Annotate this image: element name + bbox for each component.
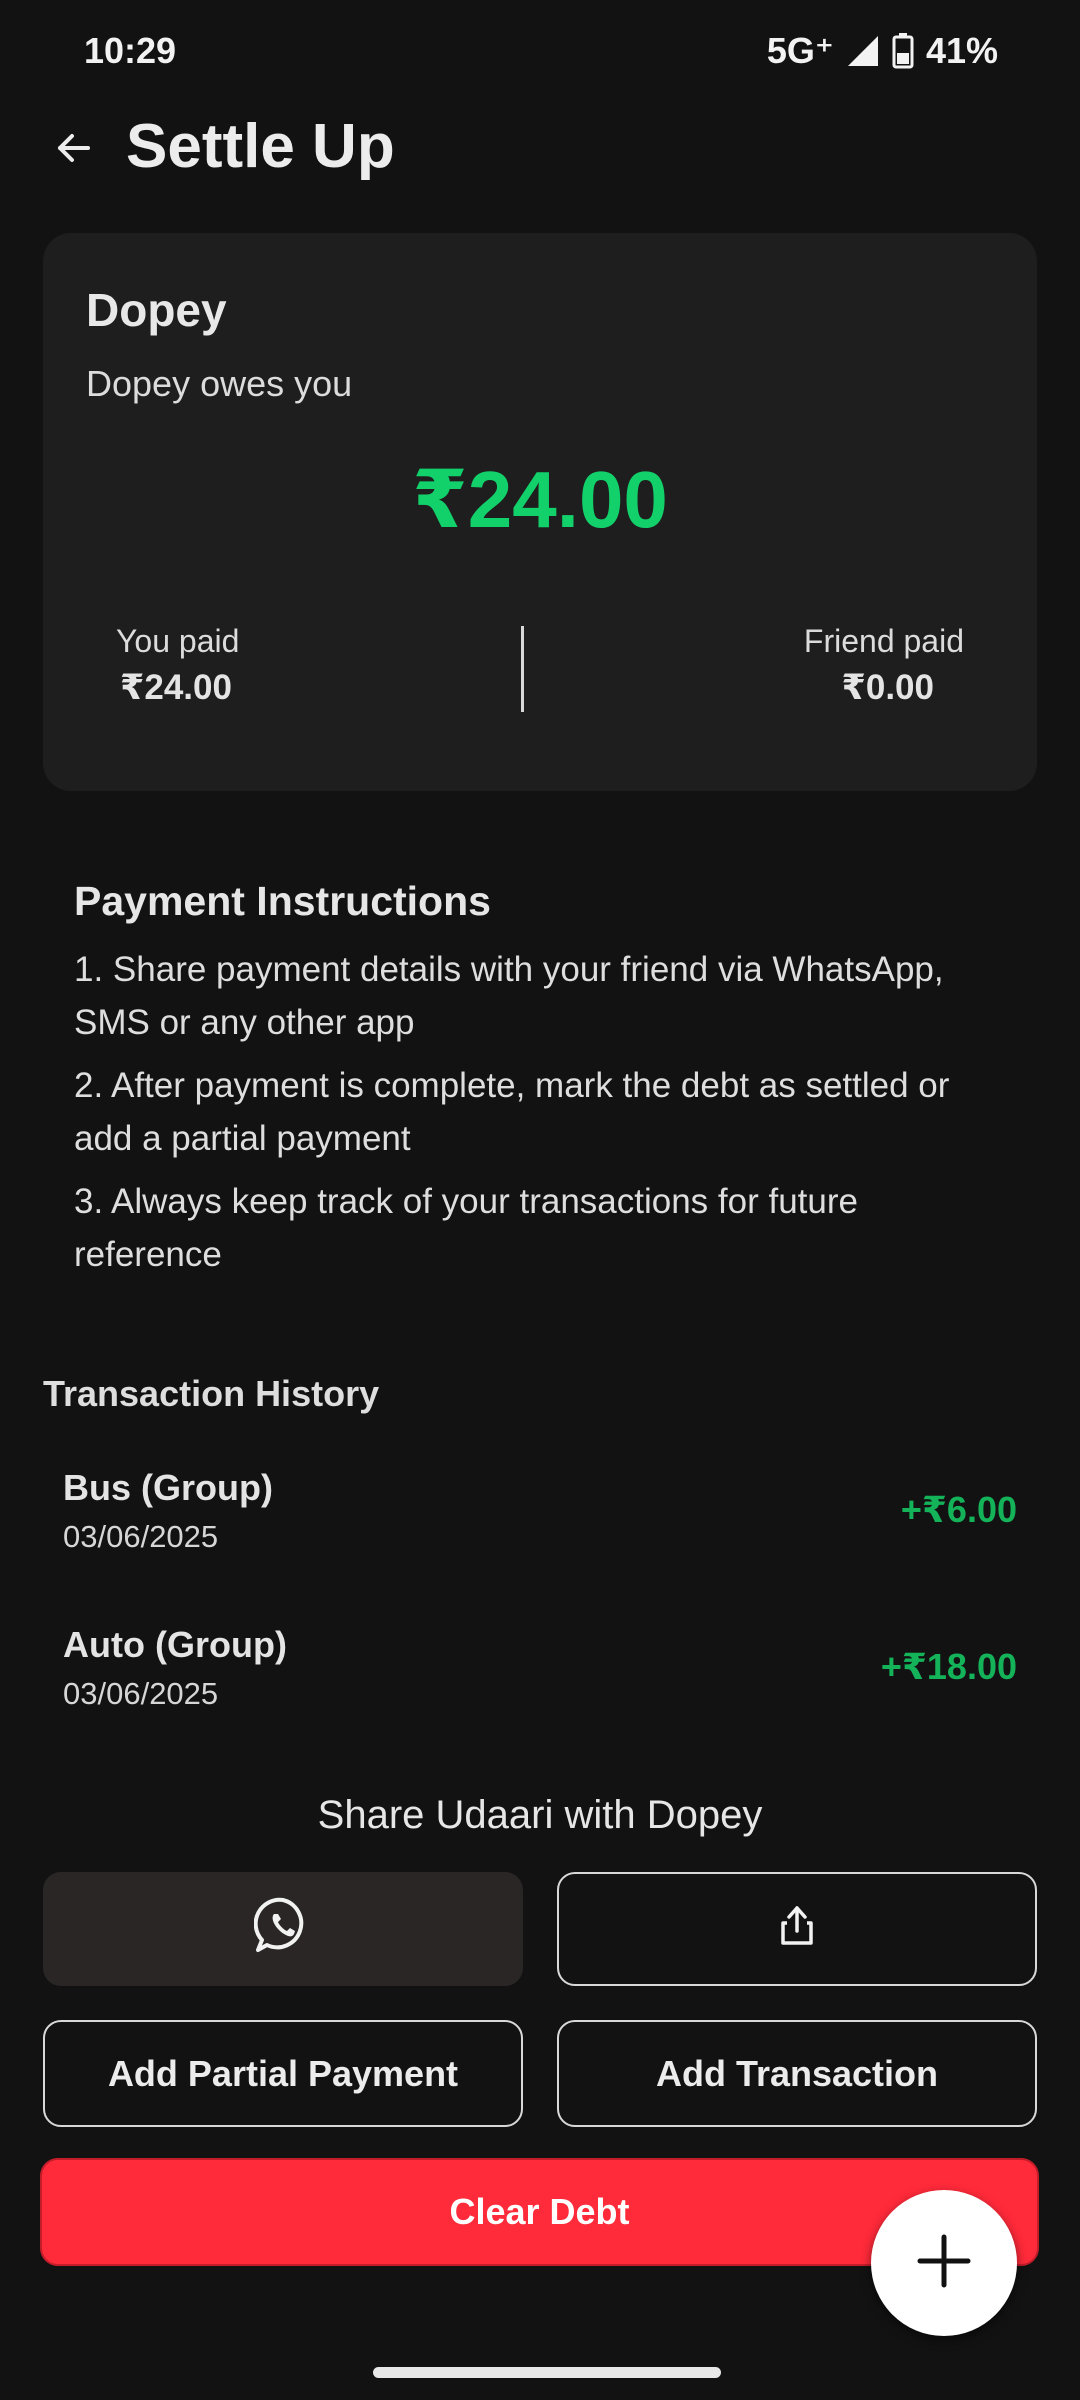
network-label: 5G⁺ bbox=[766, 30, 834, 71]
instruction-item: 1. Share payment details with your frien… bbox=[74, 950, 944, 1042]
share-whatsapp-button[interactable] bbox=[43, 1872, 523, 1986]
transaction-date: 03/06/2025 bbox=[63, 1676, 219, 1711]
instruction-item: 3. Always keep track of your transaction… bbox=[74, 1182, 858, 1274]
battery-icon bbox=[892, 33, 914, 69]
transaction-row[interactable]: Bus (Group) 03/06/2025 +₹6.00 bbox=[63, 1467, 1017, 1577]
instruction-item: 2. After payment is complete, mark the d… bbox=[74, 1066, 950, 1158]
transaction-date: 03/06/2025 bbox=[63, 1519, 219, 1554]
balance-amount: ₹24.00 bbox=[412, 455, 668, 544]
balance-summary-card: Dopey Dopey owes you ₹24.00 You paid ₹24… bbox=[43, 233, 1037, 791]
you-paid-value: ₹24.00 bbox=[120, 668, 232, 707]
payment-instructions: Payment Instructions 1. Share payment de… bbox=[74, 878, 1014, 1291]
transaction-history-title: Transaction History bbox=[43, 1373, 380, 1414]
friend-name: Dopey bbox=[86, 284, 227, 336]
status-bar: 10:29 5G⁺ 41% bbox=[0, 0, 1080, 100]
add-fab-button[interactable] bbox=[871, 2190, 1017, 2336]
transaction-name: Bus (Group) bbox=[63, 1467, 273, 1508]
whatsapp-icon bbox=[253, 1896, 312, 1963]
you-paid-label: You paid bbox=[116, 623, 240, 659]
status-indicators: 5G⁺ 41% bbox=[767, 30, 998, 72]
transaction-amount: +₹18.00 bbox=[880, 1646, 1017, 1687]
friend-paid-value: ₹0.00 bbox=[841, 668, 934, 707]
share-title: Share Udaari with Dopey bbox=[317, 1793, 763, 1837]
plus-icon bbox=[916, 2233, 972, 2294]
app-bar: Settle Up bbox=[0, 100, 1080, 200]
add-partial-payment-button[interactable]: Add Partial Payment bbox=[43, 2020, 523, 2127]
transaction-amount: +₹6.00 bbox=[900, 1489, 1017, 1530]
transaction-name: Auto (Group) bbox=[63, 1624, 287, 1665]
friend-paid-label: Friend paid bbox=[803, 623, 964, 659]
status-time: 10:29 bbox=[84, 30, 177, 71]
settle-up-screen: 10:29 5G⁺ 41% Settle Up Dopey Dopey owes… bbox=[0, 0, 1080, 2400]
signal-icon bbox=[846, 34, 880, 68]
battery-percent: 41% bbox=[925, 30, 998, 71]
you-paid-block: You paid ₹24.00 bbox=[116, 623, 239, 708]
split-divider bbox=[521, 626, 524, 712]
share-button[interactable] bbox=[557, 1872, 1037, 1986]
page-title: Settle Up bbox=[126, 112, 395, 181]
back-button[interactable] bbox=[44, 120, 104, 180]
share-icon bbox=[777, 1903, 817, 1956]
instructions-title: Payment Instructions bbox=[74, 878, 491, 924]
balance-status-text: Dopey owes you bbox=[86, 363, 353, 404]
friend-paid-block: Friend paid ₹0.00 bbox=[804, 623, 964, 708]
home-indicator[interactable] bbox=[373, 2367, 721, 2378]
arrow-left-icon bbox=[54, 128, 94, 173]
transaction-row[interactable]: Auto (Group) 03/06/2025 +₹18.00 bbox=[63, 1624, 1017, 1734]
add-transaction-button[interactable]: Add Transaction bbox=[557, 2020, 1037, 2127]
